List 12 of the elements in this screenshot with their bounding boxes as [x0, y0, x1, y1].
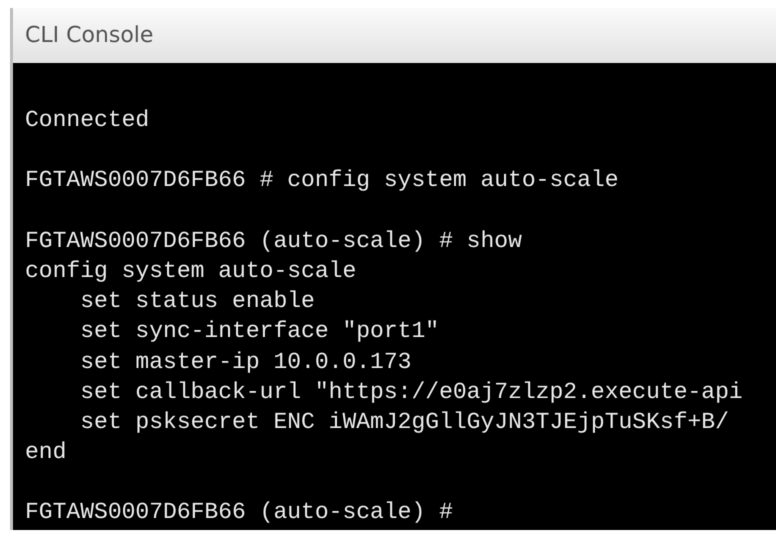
console-line: FGTAWS0007D6FB66 # config system auto-scale — [25, 166, 618, 196]
console-line: set sync-interface "port1" — [79, 317, 440, 346]
console-line: FGTAWS0007D6FB66 (auto-scale) # show — [25, 226, 522, 256]
console-line: FGTAWS0007D6FB66 (auto-scale) # — [25, 498, 453, 528]
window-title: CLI Console — [25, 22, 154, 50]
console-line: set callback-url "https://e0aj7zlzp2.execute-api — [79, 378, 743, 407]
console-line: Connected — [25, 106, 150, 135]
console-line: set master-ip 10.0.0.173 — [79, 348, 412, 377]
console-line: set psksecret ENC iWAmJ2gGllGyJN3TJEjpTuSKsf+B/ — [79, 408, 729, 437]
console-line: config system auto-scale — [25, 256, 356, 286]
console-line: set status enable — [79, 287, 315, 316]
console-line: end — [25, 438, 66, 468]
